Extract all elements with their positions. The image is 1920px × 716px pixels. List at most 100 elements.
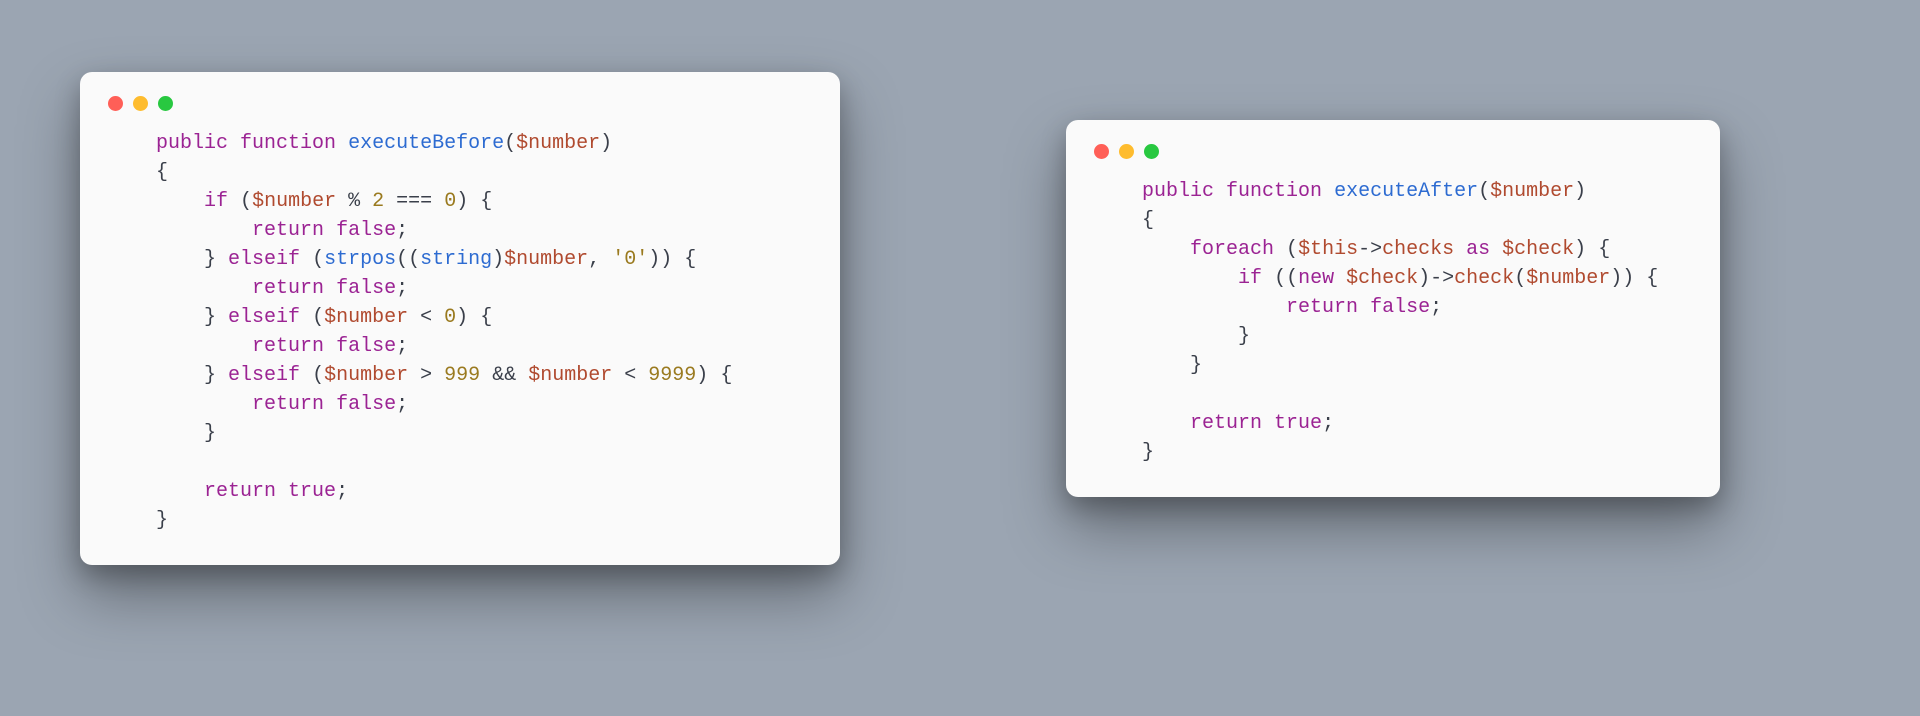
brace-open: {: [156, 161, 168, 184]
minimize-icon[interactable]: [133, 96, 148, 111]
variable-number: $number: [324, 364, 408, 387]
paren-close: ): [492, 248, 504, 271]
semicolon: ;: [1322, 412, 1334, 435]
paren-open: (: [312, 306, 324, 329]
operator-lt: <: [624, 364, 636, 387]
property-checks: checks: [1382, 238, 1454, 261]
brace-close: }: [1190, 354, 1202, 377]
stage: public function executeBefore($number) {…: [0, 0, 1920, 716]
paren-open: (: [1514, 267, 1526, 290]
variable-number: $number: [324, 306, 408, 329]
boolean-true: true: [288, 480, 336, 503]
keyword-return: return: [252, 277, 324, 300]
semicolon: ;: [396, 393, 408, 416]
method-check: check: [1454, 267, 1514, 290]
keyword-if: if: [204, 190, 228, 213]
variable-check: $check: [1502, 238, 1574, 261]
paren-open: (: [408, 248, 420, 271]
code-window-after: public function executeAfter($number) { …: [1066, 120, 1720, 497]
keyword-public: public: [1142, 180, 1214, 203]
keyword-new: new: [1298, 267, 1334, 290]
keyword-as: as: [1466, 238, 1490, 261]
paren-close: ): [600, 132, 612, 155]
operator-lt: <: [420, 306, 432, 329]
close-icon[interactable]: [1094, 144, 1109, 159]
keyword-return: return: [1286, 296, 1358, 319]
variable-number: $number: [528, 364, 612, 387]
variable-number: $number: [252, 190, 336, 213]
arrow: ->: [1430, 267, 1454, 290]
paren-open: (: [504, 132, 516, 155]
brace-open: {: [1646, 267, 1658, 290]
keyword-public: public: [156, 132, 228, 155]
keyword-elseif: elseif: [228, 306, 300, 329]
brace-close: }: [204, 306, 216, 329]
brace-close: }: [204, 422, 216, 445]
paren-close: ): [1418, 267, 1430, 290]
number-literal: 0: [444, 306, 456, 329]
semicolon: ;: [1430, 296, 1442, 319]
operator-gt: >: [420, 364, 432, 387]
semicolon: ;: [336, 480, 348, 503]
paren-open: (: [1286, 267, 1298, 290]
keyword-elseif: elseif: [228, 364, 300, 387]
brace-close: }: [1238, 325, 1250, 348]
paren-open: (: [396, 248, 408, 271]
brace-close: }: [204, 364, 216, 387]
semicolon: ;: [396, 219, 408, 242]
keyword-return: return: [252, 335, 324, 358]
variable-number: $number: [1526, 267, 1610, 290]
cast-string: string: [420, 248, 492, 271]
paren-close: ): [660, 248, 672, 271]
function-name: executeAfter: [1334, 180, 1478, 203]
keyword-function: function: [1226, 180, 1322, 203]
zoom-icon[interactable]: [1144, 144, 1159, 159]
boolean-false: false: [336, 277, 396, 300]
boolean-true: true: [1274, 412, 1322, 435]
paren-open: (: [1478, 180, 1490, 203]
traffic-lights: [108, 96, 812, 111]
function-strpos: strpos: [324, 248, 396, 271]
operator-identical: ===: [396, 190, 432, 213]
variable-number: $number: [504, 248, 588, 271]
code-block-before: public function executeBefore($number) {…: [108, 129, 812, 535]
minimize-icon[interactable]: [1119, 144, 1134, 159]
boolean-false: false: [1370, 296, 1430, 319]
operator-and: &&: [492, 364, 516, 387]
paren-open: (: [1274, 267, 1286, 290]
paren-open: (: [312, 364, 324, 387]
keyword-return: return: [252, 219, 324, 242]
semicolon: ;: [396, 277, 408, 300]
brace-open: {: [1142, 209, 1154, 232]
traffic-lights: [1094, 144, 1692, 159]
paren-open: (: [312, 248, 324, 271]
paren-close: ): [1574, 238, 1586, 261]
code-window-before: public function executeBefore($number) {…: [80, 72, 840, 565]
brace-open: {: [480, 190, 492, 213]
boolean-false: false: [336, 335, 396, 358]
brace-open: {: [684, 248, 696, 271]
number-literal: 0: [444, 190, 456, 213]
semicolon: ;: [396, 335, 408, 358]
paren-close: ): [1610, 267, 1622, 290]
keyword-if: if: [1238, 267, 1262, 290]
paren-close: ): [1622, 267, 1634, 290]
brace-open: {: [720, 364, 732, 387]
operator-mod: %: [348, 190, 360, 213]
number-literal: 999: [444, 364, 480, 387]
paren-close: ): [1574, 180, 1586, 203]
keyword-return: return: [1190, 412, 1262, 435]
brace-open: {: [480, 306, 492, 329]
boolean-false: false: [336, 393, 396, 416]
brace-close: }: [204, 248, 216, 271]
paren-close: ): [696, 364, 708, 387]
close-icon[interactable]: [108, 96, 123, 111]
variable-check: $check: [1346, 267, 1418, 290]
boolean-false: false: [336, 219, 396, 242]
brace-close: }: [156, 509, 168, 532]
variable-number: $number: [516, 132, 600, 155]
brace-close: }: [1142, 441, 1154, 464]
zoom-icon[interactable]: [158, 96, 173, 111]
keyword-return: return: [252, 393, 324, 416]
arrow: ->: [1358, 238, 1382, 261]
